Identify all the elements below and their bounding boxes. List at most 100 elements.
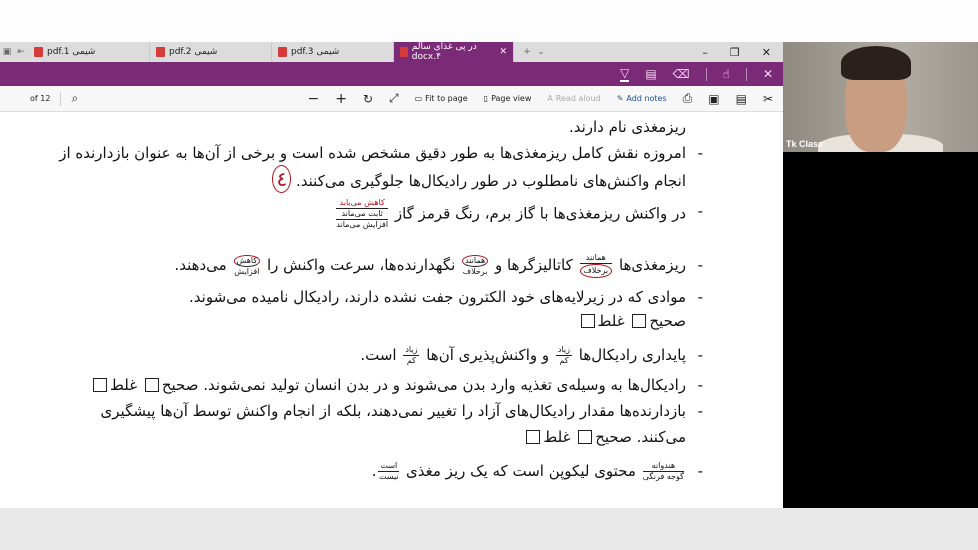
zoom-out-icon[interactable]: − (307, 91, 319, 107)
choice: کاهش می‌یابد (336, 198, 389, 209)
text: می‌دهند. (174, 256, 227, 274)
false-checkbox[interactable] (526, 430, 541, 444)
tab-pdf1[interactable]: pdf.1 شیمی (28, 42, 150, 62)
false-checkbox[interactable] (580, 314, 595, 328)
text-line: پایداری رادیکال‌ها زیاد کم و واکنش‌پذیری … (360, 342, 686, 368)
tab-docx4[interactable]: در پی غذای سالم docx.۴ ✕ (394, 42, 514, 62)
maximize-button[interactable]: ❐ (730, 46, 740, 59)
minimize-button[interactable]: – (702, 46, 708, 59)
fullscreen-icon[interactable]: ⤢ (389, 91, 399, 106)
choice: همانند (579, 253, 613, 264)
text: ریزمغذی‌ها (618, 256, 686, 274)
true-checkbox[interactable] (578, 430, 593, 444)
zoom-in-icon[interactable]: + (335, 91, 347, 107)
choice-stack: زیاد کم (403, 345, 420, 366)
print-icon[interactable]: ⎙ (683, 91, 693, 106)
eraser-icon[interactable]: ⌫ (673, 67, 690, 81)
webcam-feed: Tk Class (783, 42, 978, 152)
text-line: در واکنش ریزمغذی‌ها با گاز برم، رنگ قرمز… (334, 198, 686, 230)
touch-writing-icon[interactable]: ☝ (723, 67, 730, 81)
text-line: بازدارنده‌ها مقدار رادیکال‌های آزاد را ت… (100, 402, 686, 420)
choice-stack: کاهش افزایش (233, 254, 261, 277)
bullet: - (697, 144, 703, 162)
webcam-person-hair (841, 46, 911, 80)
text: کاتالیزگرها و (494, 256, 573, 274)
choice: افزایش می‌ماند (336, 220, 389, 229)
page-view-button[interactable]: ▯ Page view (484, 94, 532, 103)
true-checkbox[interactable] (632, 314, 647, 328)
true-label: صحیح (649, 312, 686, 330)
text-line: ریزمغذی‌ها همانند برخلاف کاتالیزگرها و هم… (174, 252, 686, 278)
false-checkbox[interactable] (92, 378, 107, 392)
document-page: ریزمغذی نام دارند. - امروزه نقش کامل ریز… (0, 112, 783, 508)
true-label: صحیح (595, 428, 632, 446)
page-view-icon: ▯ (483, 94, 489, 103)
bullet: - (697, 256, 703, 274)
tab-label: pdf.1 شیمی (47, 47, 96, 57)
screen-top-margin (0, 0, 978, 42)
false-label: غلط (543, 428, 571, 446)
page-view-label: Page view (491, 94, 532, 103)
text: و واکنش‌پذیری آن‌ها (426, 346, 550, 364)
text-line: امروزه نقش کامل ریزمغذی‌ها به طور دقیق م… (59, 144, 686, 162)
choice: ثابت می‌ماند (336, 209, 389, 220)
true-label: صحیح (161, 376, 199, 394)
text: پایداری رادیکال‌ها (578, 346, 686, 364)
choice: گوجه فرنگی (642, 472, 684, 481)
tab-actions-icon[interactable]: ▣ (0, 47, 14, 57)
pin-icon[interactable]: ✂ (763, 92, 773, 106)
close-tab-icon[interactable]: ✕ (499, 47, 507, 57)
choice: همانند (462, 254, 489, 267)
divider (745, 67, 747, 81)
close-window-button[interactable]: ✕ (762, 46, 771, 59)
pen-icon[interactable]: ▽ (620, 66, 630, 82)
set-aside-tabs-icon[interactable]: ⇤ (14, 47, 28, 57)
pdf-toolbar: of 12 ⌕ − + ↻ ⤢ ▭ Fit to page ▯ Page view … (0, 86, 783, 112)
read-aloud-button[interactable]: A Read aloud (547, 94, 600, 103)
text-line: هندوانه گوجه فرنگی محتوی لیکوپن است که یک… (371, 461, 684, 481)
choice: هندوانه (642, 461, 684, 472)
true-checkbox[interactable] (144, 378, 159, 392)
tab-list-chevron-icon[interactable]: ⌄ (534, 47, 548, 57)
save-as-icon[interactable]: ▤ (736, 92, 747, 106)
ink-toolbar: ▽ ▤ ⌫ ☝ ✕ (0, 62, 783, 86)
add-notes-button[interactable]: ✎ Add notes (617, 94, 667, 103)
search-icon[interactable]: ⌕ (71, 91, 78, 106)
text-line: می‌کنند. صحیح غلط (523, 424, 686, 450)
pdf-icon (34, 47, 43, 57)
rotate-icon[interactable]: ↻ (363, 92, 373, 106)
choice: است (378, 461, 400, 472)
screen-bottom-margin (0, 508, 978, 550)
text-line: موادی که در زیرلایه‌های خود الکترون جفت … (189, 288, 686, 306)
text: نگهدارنده‌ها، سرعت واکنش را (266, 256, 456, 274)
bullet: - (697, 202, 703, 220)
new-tab-icon[interactable]: + (520, 47, 534, 57)
tab-bar: ▣ ⇤ pdf.1 شیمی pdf.2 شیمی pdf.3 شیمی در … (0, 42, 783, 62)
bullet: - (697, 402, 703, 420)
choice: کم (559, 356, 569, 365)
divider (60, 91, 62, 106)
tab-pdf3[interactable]: pdf.3 شیمی (272, 42, 394, 62)
close-ink-icon[interactable]: ✕ (763, 67, 773, 81)
choice-stack: همانند برخلاف (462, 254, 489, 277)
add-notes-label: Add notes (626, 94, 667, 103)
text-line: رادیکال‌ها به وسیله‌ی تغذیه وارد بدن می‌… (90, 372, 686, 398)
page-count: of 12 (30, 94, 51, 103)
text-line: ریزمغذی نام دارند. (568, 118, 686, 136)
false-label: غلط (597, 312, 625, 330)
text: در واکنش ریزمغذی‌ها با گاز برم، رنگ قرمز… (394, 204, 686, 223)
bullet: - (697, 462, 703, 480)
save-icon[interactable]: ▣ (708, 92, 719, 106)
fit-icon: ▭ (414, 94, 423, 103)
highlighter-icon[interactable]: ▤ (645, 67, 656, 81)
true-false-row: صحیح غلط (578, 308, 686, 334)
bullet: - (697, 376, 703, 394)
text: است. (360, 346, 397, 364)
tab-label: pdf.2 شیمی (169, 47, 218, 57)
choice: کاهش (233, 254, 261, 267)
tab-pdf2[interactable]: pdf.2 شیمی (150, 42, 272, 62)
choice: افزایش (234, 266, 260, 276)
handwritten-note: ٤ (272, 165, 292, 193)
fit-to-page-button[interactable]: ▭ Fit to page (415, 94, 468, 103)
webcam-panel-background (783, 152, 978, 508)
